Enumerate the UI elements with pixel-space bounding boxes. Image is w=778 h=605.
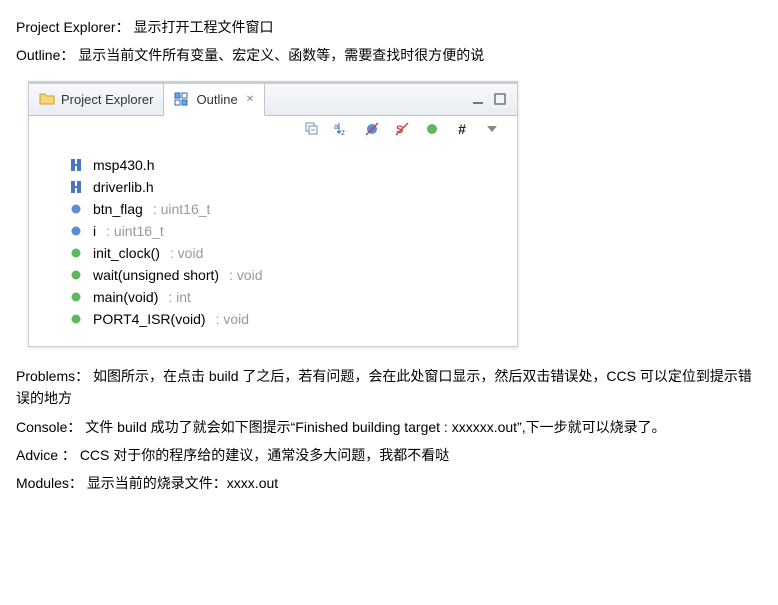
outline-item-type: : uint16_t xyxy=(153,201,211,217)
outline-item-name: msp430.h xyxy=(93,157,154,173)
outline-item[interactable]: wait(unsigned short) : void xyxy=(69,264,509,286)
desc-problems: Problems： 如图所示，在点击 build 了之后，若有问题，会在此处窗口… xyxy=(16,365,762,410)
field-icon xyxy=(69,202,83,216)
desc-label: Outline： xyxy=(16,47,74,63)
filter-static-icon[interactable]: S xyxy=(393,120,411,138)
outline-list: msp430.hdriverlib.hbtn_flag : uint16_ti … xyxy=(29,144,517,346)
tab-outline[interactable]: Outline ✕ xyxy=(164,84,265,116)
outline-icon xyxy=(174,91,190,107)
desc-modules: Modules： 显示当前的烧录文件：xxxx.out xyxy=(16,472,762,494)
minimize-icon[interactable] xyxy=(471,92,485,106)
outline-item[interactable]: main(void) : int xyxy=(69,286,509,308)
desc-text: CCS 对于你的程序给的建议，通常没多大问题，我都不看哒 xyxy=(80,447,449,463)
filter-fields-icon[interactable] xyxy=(363,120,381,138)
desc-text: 显示当前文件所有变量、宏定义、函数等，需要查找时很方便的说 xyxy=(78,47,484,63)
method-icon xyxy=(69,290,83,304)
desc-label: Project Explorer： xyxy=(16,19,130,35)
filter-macros-icon[interactable]: # xyxy=(453,120,471,138)
field-icon xyxy=(69,224,83,238)
outline-item-type: : int xyxy=(168,289,191,305)
collapse-all-icon[interactable] xyxy=(303,120,321,138)
desc-label: Problems： xyxy=(16,368,89,384)
sort-az-icon[interactable]: az xyxy=(333,120,351,138)
close-icon[interactable]: ✕ xyxy=(246,94,254,105)
outline-toolbar: az S # xyxy=(29,116,517,144)
svg-text:a: a xyxy=(334,122,339,131)
include-icon xyxy=(69,180,83,194)
outline-item-name: wait(unsigned short) xyxy=(93,267,219,283)
outline-item[interactable]: btn_flag : uint16_t xyxy=(69,198,509,220)
desc-advice: Advice ： CCS 对于你的程序给的建议，通常没多大问题，我都不看哒 xyxy=(16,444,762,466)
outline-item[interactable]: PORT4_ISR(void) : void xyxy=(69,308,509,330)
outline-item-name: main(void) xyxy=(93,289,158,305)
tab-bar: Project Explorer Outline ✕ xyxy=(29,84,517,116)
outline-item[interactable]: driverlib.h xyxy=(69,176,509,198)
maximize-icon[interactable] xyxy=(493,92,507,106)
desc-outline: Outline： 显示当前文件所有变量、宏定义、函数等，需要查找时很方便的说 xyxy=(16,44,762,66)
desc-label: Console： xyxy=(16,419,81,435)
desc-text: 显示当前的烧录文件：xxxx.out xyxy=(87,475,278,491)
desc-text: 如图所示，在点击 build 了之后，若有问题，会在此处窗口显示，然后双击错误处… xyxy=(16,368,752,406)
view-panel: Project Explorer Outline ✕ xyxy=(28,81,518,347)
desc-text: 文件 build 成功了就会如下图提示“Finished building ta… xyxy=(85,419,665,435)
folder-icon xyxy=(39,91,55,107)
outline-item-type: : void xyxy=(170,245,203,261)
desc-text: 显示打开工程文件窗口 xyxy=(133,19,273,35)
outline-item-type: : void xyxy=(216,311,249,327)
method-icon xyxy=(69,246,83,260)
method-icon xyxy=(69,268,83,282)
filter-methods-icon[interactable] xyxy=(423,120,441,138)
svg-text:z: z xyxy=(341,128,345,137)
desc-label: Advice ： xyxy=(16,447,76,463)
outline-item[interactable]: init_clock() : void xyxy=(69,242,509,264)
desc-label: Modules： xyxy=(16,475,83,491)
desc-project-explorer: Project Explorer： 显示打开工程文件窗口 xyxy=(16,16,762,38)
outline-item-name: PORT4_ISR(void) xyxy=(93,311,206,327)
outline-item[interactable]: i : uint16_t xyxy=(69,220,509,242)
outline-item-name: btn_flag xyxy=(93,201,143,217)
view-controls xyxy=(461,84,517,115)
include-icon xyxy=(69,158,83,172)
view-menu-icon[interactable] xyxy=(483,120,501,138)
outline-item[interactable]: msp430.h xyxy=(69,154,509,176)
desc-console: Console： 文件 build 成功了就会如下图提示“Finished bu… xyxy=(16,416,762,438)
tab-project-explorer[interactable]: Project Explorer xyxy=(29,84,164,115)
method-icon xyxy=(69,312,83,326)
outline-item-type: : void xyxy=(229,267,262,283)
tab-label: Outline xyxy=(196,92,237,107)
outline-item-name: i xyxy=(93,223,96,239)
tab-label: Project Explorer xyxy=(61,92,153,107)
outline-item-name: driverlib.h xyxy=(93,179,154,195)
outline-item-type: : uint16_t xyxy=(106,223,164,239)
outline-item-name: init_clock() xyxy=(93,245,160,261)
